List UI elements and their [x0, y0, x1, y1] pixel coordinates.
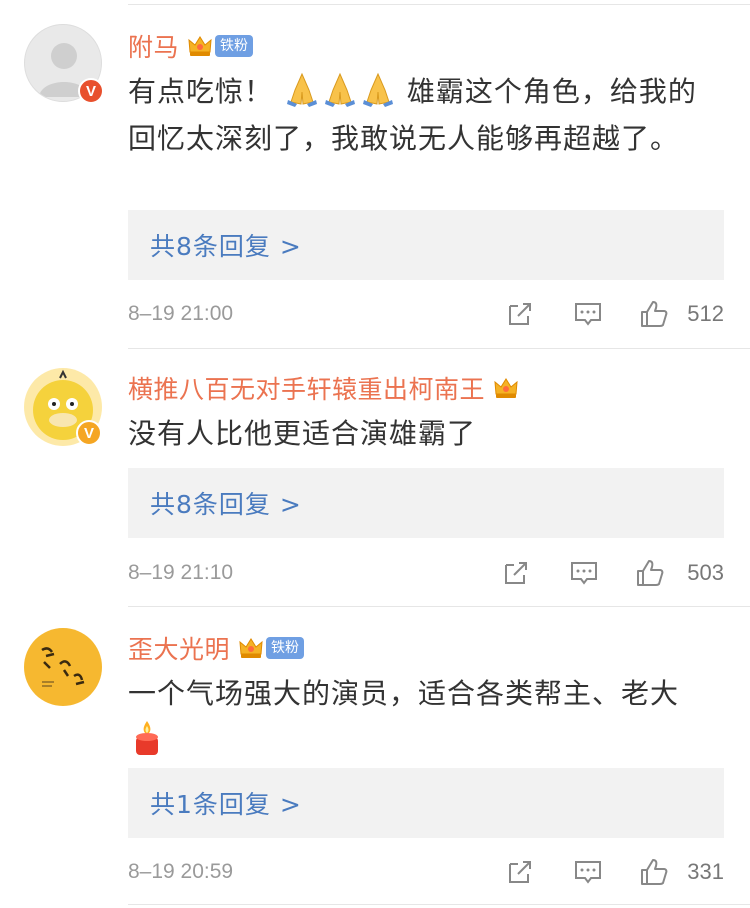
crown-icon: [239, 638, 263, 658]
verified-icon: V: [78, 78, 104, 104]
reply-count-link[interactable]: 共1条回复 >: [128, 768, 724, 838]
verified-icon: V: [76, 420, 102, 446]
timestamp: 8–19 21:00: [128, 302, 234, 325]
timestamp: 8–19 21:10: [128, 561, 234, 584]
like-icon[interactable]: [638, 298, 670, 330]
share-icon[interactable]: [504, 298, 536, 330]
comment-icon[interactable]: [572, 298, 604, 330]
reply-count-link[interactable]: 共8条回复 >: [128, 468, 724, 538]
top-divider: [128, 4, 750, 5]
fan-badge: 铁粉: [266, 637, 305, 659]
comment-icon[interactable]: [572, 856, 604, 888]
divider: [128, 606, 750, 607]
share-icon[interactable]: [504, 856, 536, 888]
calligraphy-avatar-icon: [41, 647, 85, 687]
divider: [128, 348, 750, 349]
like-icon[interactable]: [638, 856, 670, 888]
comment-text: 一个气场强大的演员，适合各类帮主、老大: [128, 670, 718, 764]
crown-icon: [188, 36, 212, 56]
pray-emoji-icon: [362, 72, 393, 107]
pray-emoji-icon: [324, 72, 355, 107]
like-count: 512: [687, 301, 724, 326]
timestamp: 8–19 20:59: [128, 860, 234, 883]
comment-text: 有点吃惊！ 雄霸这个角色，给我的回忆太深刻了，我敢说无人能够再超越了。: [128, 68, 718, 162]
like-icon[interactable]: [634, 557, 666, 589]
share-icon[interactable]: [500, 557, 532, 589]
avatar[interactable]: [24, 628, 102, 706]
username[interactable]: 歪大光明: [128, 630, 230, 666]
username[interactable]: 横推八百无对手轩辕重出柯南王: [128, 370, 485, 406]
username[interactable]: 附马: [128, 28, 179, 64]
reply-count-link[interactable]: 共8条回复 >: [128, 210, 724, 280]
like-count: 331: [687, 859, 724, 884]
comment-icon[interactable]: [568, 557, 600, 589]
comment-text: 没有人比他更适合演雄霸了: [128, 417, 477, 450]
crown-icon: [494, 378, 518, 398]
divider: [128, 904, 750, 905]
fan-badge: 铁粉: [215, 35, 254, 57]
like-count: 503: [687, 560, 724, 585]
candle-emoji-icon: [136, 721, 158, 755]
pray-emoji-icon: [286, 72, 317, 107]
